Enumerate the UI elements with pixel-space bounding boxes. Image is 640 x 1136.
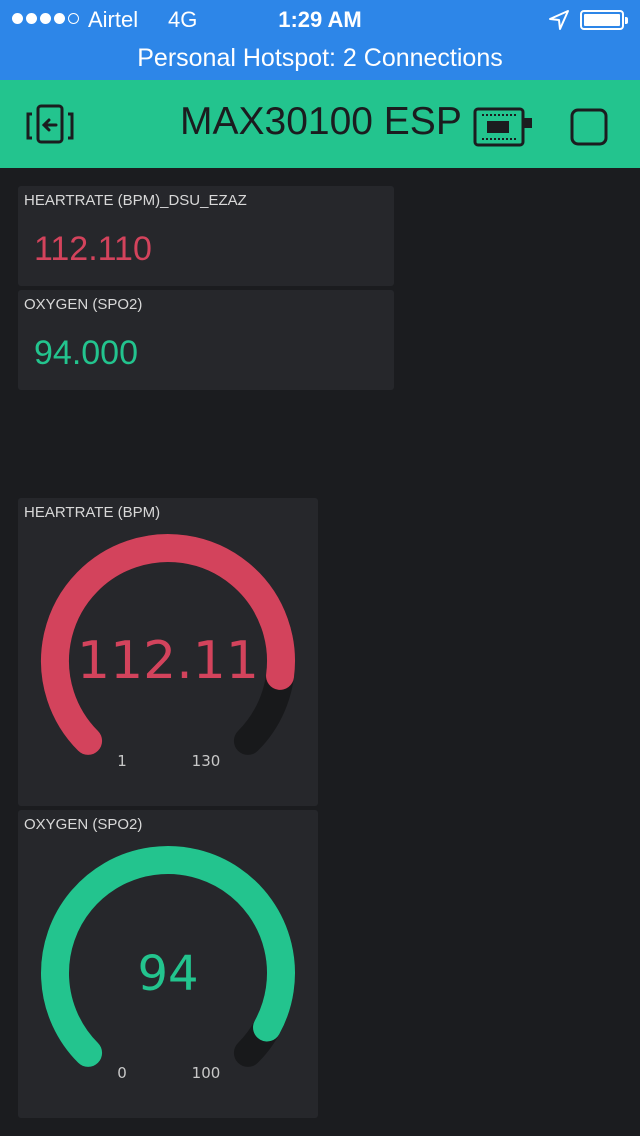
widget-label: OXYGEN (SPO2) xyxy=(24,296,143,313)
battery-icon xyxy=(580,10,628,30)
gauge-max: 130 xyxy=(192,752,221,770)
oxygen-value-display[interactable]: OXYGEN (SPO2) 94.000 xyxy=(18,290,394,390)
app-header: MAX30100 ESP8266 xyxy=(0,80,640,168)
hotspot-banner[interactable]: Personal Hotspot: 2 Connections xyxy=(0,44,640,73)
oxygen-gauge[interactable]: OXYGEN (SPO2) 94 0 100 xyxy=(18,810,318,1118)
exit-icon[interactable] xyxy=(26,104,78,148)
status-bar: Airtel 4G 1:29 AM Personal Hotspot: 2 Co… xyxy=(0,0,640,80)
heartrate-gauge[interactable]: HEARTRATE (BPM) 112.11 1 130 xyxy=(18,498,318,806)
widget-value: 112.110 xyxy=(34,230,152,268)
heartrate-value-display[interactable]: HEARTRATE (BPM)_DSU_EZAZ 112.110 xyxy=(18,186,394,286)
location-arrow-icon xyxy=(549,10,569,30)
widget-value: 94.000 xyxy=(34,334,138,372)
gauge-value: 112.11 xyxy=(77,631,259,691)
widget-label: HEARTRATE (BPM)_DSU_EZAZ xyxy=(24,192,247,209)
board-icon[interactable] xyxy=(472,106,534,148)
stop-icon[interactable] xyxy=(570,108,608,146)
gauge-min: 1 xyxy=(117,752,127,770)
gauge-min: 0 xyxy=(117,1064,127,1082)
status-time: 1:29 AM xyxy=(278,7,362,32)
gauge-max: 100 xyxy=(192,1064,221,1082)
gauge-value: 94 xyxy=(137,946,198,1002)
project-title: MAX30100 ESP8266 xyxy=(180,100,460,143)
